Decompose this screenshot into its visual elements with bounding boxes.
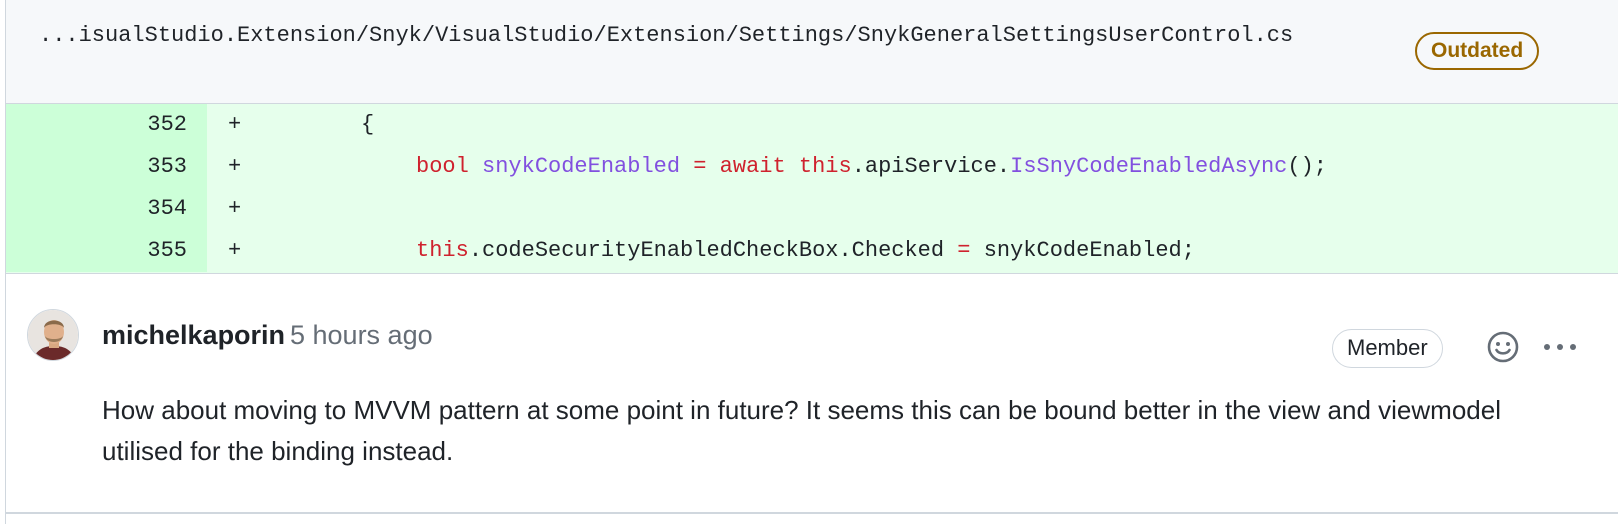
review-thread: ...isualStudio.Extension/Snyk/VisualStud… <box>5 0 1618 524</box>
line-number[interactable]: 355 <box>6 230 207 272</box>
code-token: .apiService. <box>851 154 1011 179</box>
added-marker: + <box>228 154 242 179</box>
diff-line: 353 + bool snykCodeEnabled = await this.… <box>6 146 1618 188</box>
added-marker: + <box>228 112 242 137</box>
code-token: .codeSecurityEnabledCheckBox.Checked <box>468 238 958 263</box>
kebab-horizontal-icon <box>1544 344 1576 350</box>
diff-line: 355 + this.codeSecurityEnabledCheckBox.C… <box>6 230 1618 272</box>
diff-hunk: 352 + { 353 + bool snykCodeEnabled = awa… <box>6 104 1618 274</box>
added-marker: + <box>228 196 242 221</box>
avatar[interactable] <box>27 309 79 361</box>
code-line: { <box>361 104 374 146</box>
file-header: ...isualStudio.Extension/Snyk/VisualStud… <box>6 0 1618 104</box>
comment-timestamp[interactable]: 5 hours ago <box>290 318 433 352</box>
divider <box>6 512 1618 514</box>
code-token: { <box>361 112 375 137</box>
code-token: IsSnyCodeEnabledAsync <box>1010 154 1288 179</box>
file-path[interactable]: ...isualStudio.Extension/Snyk/VisualStud… <box>39 18 1409 53</box>
code-token: = <box>693 154 707 179</box>
code-token: this <box>416 238 469 263</box>
code-token: await <box>719 154 786 179</box>
person-avatar-icon <box>28 310 78 360</box>
code-token: snykCodeEnabled <box>482 154 681 179</box>
comment-author[interactable]: michelkaporin <box>102 318 285 352</box>
added-marker: + <box>228 238 242 263</box>
diff-line: 354 + <box>6 188 1618 230</box>
add-reaction-button[interactable] <box>1486 330 1520 364</box>
more-options-button[interactable] <box>1540 330 1580 364</box>
line-number[interactable]: 352 <box>6 104 207 146</box>
code-token: this <box>798 154 852 179</box>
line-number[interactable]: 354 <box>6 188 207 230</box>
outdated-badge: Outdated <box>1415 32 1540 70</box>
diff-line: 352 + { <box>6 104 1618 146</box>
member-badge: Member <box>1332 329 1443 368</box>
code-token: bool <box>416 154 469 179</box>
code-token: snykCodeEnabled; <box>970 238 1195 263</box>
smiley-icon <box>1487 331 1519 363</box>
code-line: this.codeSecurityEnabledCheckBox.Checked… <box>416 230 1195 272</box>
comment-body: How about moving to MVVM pattern at some… <box>102 395 1501 466</box>
code-line: bool snykCodeEnabled = await this.apiSer… <box>416 146 1327 188</box>
line-number[interactable]: 353 <box>6 146 207 188</box>
code-token: (); <box>1287 154 1327 179</box>
review-comment: michelkaporin 5 hours ago Member How abo… <box>6 274 1618 514</box>
code-token: = <box>957 238 971 263</box>
